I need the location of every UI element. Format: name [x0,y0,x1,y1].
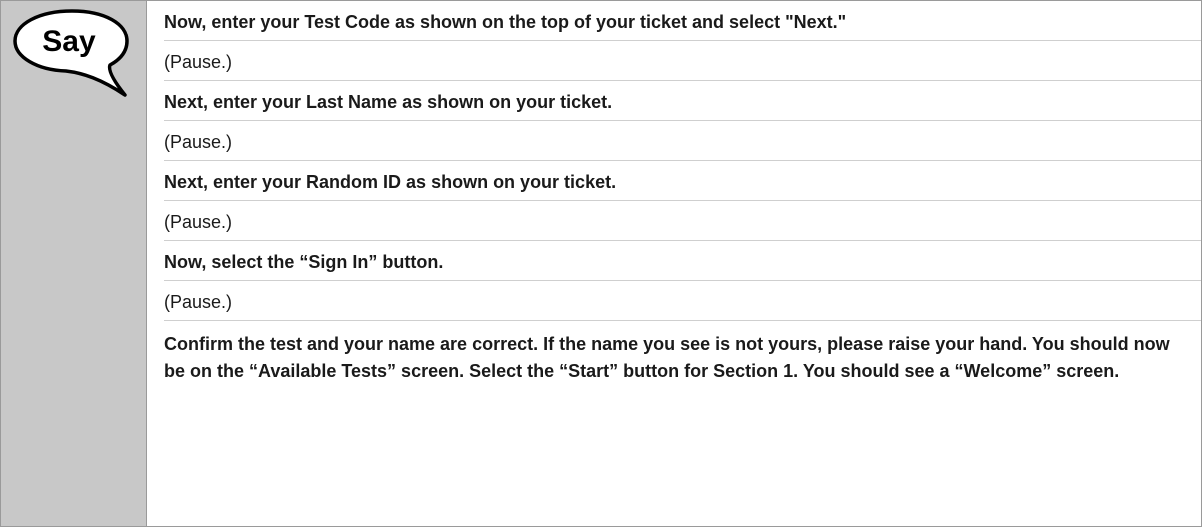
script-line-random-id: Next, enter your Random ID as shown on y… [164,161,1201,201]
script-line-pause: (Pause.) [164,201,1201,241]
say-label: Say [42,25,96,58]
script-line-last-name: Next, enter your Last Name as shown on y… [164,81,1201,121]
script-line-confirm: Confirm the test and your name are corre… [164,334,1170,381]
script-line-sign-in: Now, select the “Sign In” button. [164,241,1201,281]
script-line-test-code: Now, enter your Test Code as shown on th… [164,1,1201,41]
script-line-pause: (Pause.) [164,41,1201,81]
script-line-pause: (Pause.) [164,281,1201,321]
script-content: Now, enter your Test Code as shown on th… [147,1,1201,526]
icon-column: Say [1,1,147,526]
script-line-pause: (Pause.) [164,121,1201,161]
say-speech-bubble-icon: Say [13,9,129,97]
say-script-box: Say Now, enter your Test Code as shown o… [0,0,1202,527]
